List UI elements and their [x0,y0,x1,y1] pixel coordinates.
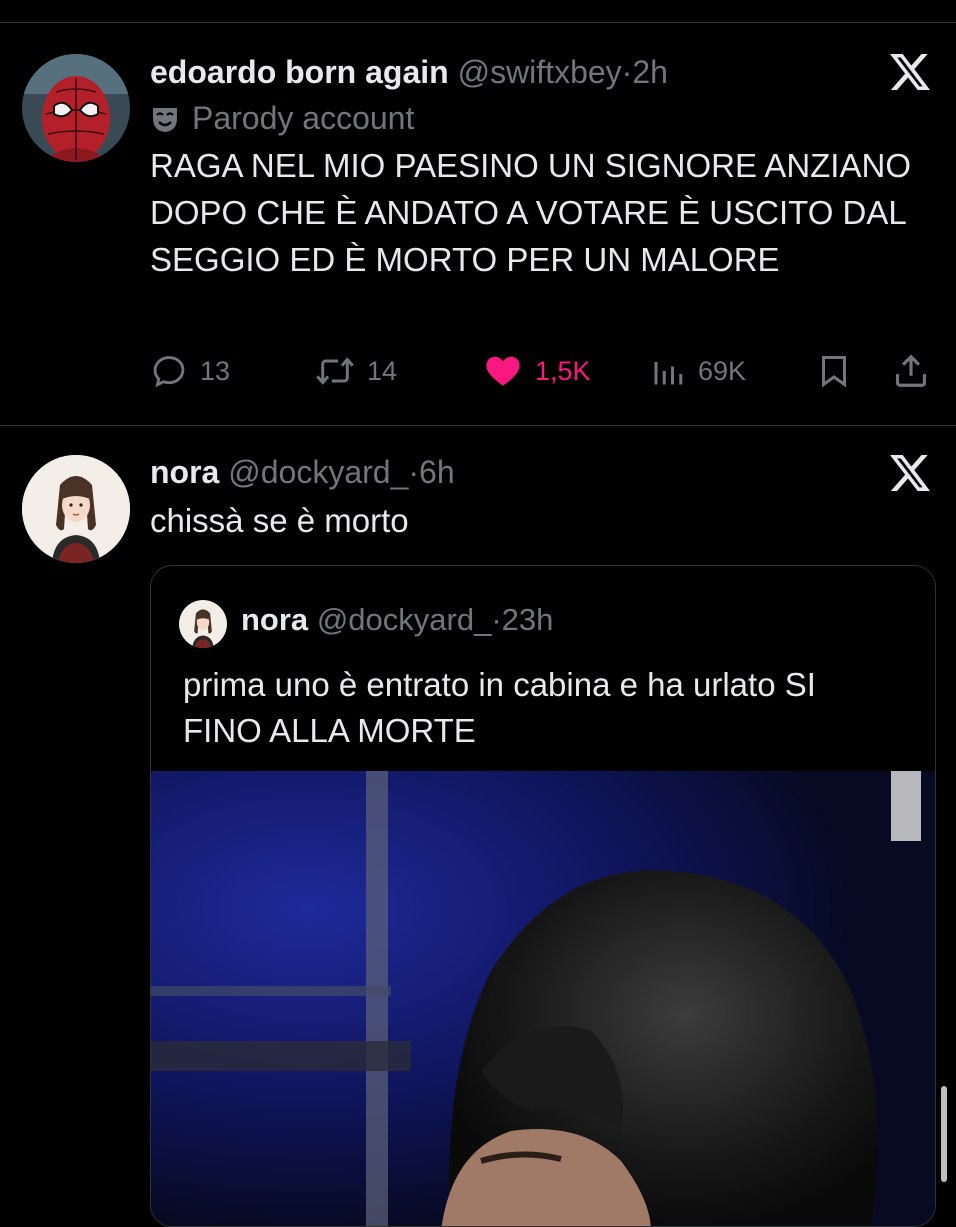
quoted-tweet[interactable]: nora @dockyard_·23h prima uno è entrato … [150,565,936,1227]
bookmark-icon [822,356,846,388]
repost-count: 14 [367,355,398,386]
reply-icon [153,356,185,388]
parody-label: Parody account [150,100,414,137]
timestamp[interactable]: 6h [419,454,455,490]
quote-timestamp: 23h [501,602,554,637]
views-count: 69K [698,355,747,386]
avatar[interactable] [22,54,130,162]
views-button[interactable]: 69K [650,352,746,390]
scrollbar[interactable] [941,1086,947,1182]
nora-avatar-image [22,455,130,563]
separator-dot: · [491,602,502,637]
reply-count: 13 [200,355,231,386]
tweet-text: RAGA NEL MIO PAESINO UN SIGNORE ANZIANO … [150,147,911,278]
quote-handle[interactable]: @dockyard_ [317,602,492,637]
video-frame-image [151,771,935,1226]
timestamp[interactable]: 2h [632,54,668,90]
parody-label-text: Parody account [192,100,415,136]
reply-button[interactable]: 13 [150,352,230,390]
tweet-header: edoardo born again @swiftxbey·2h [150,54,668,91]
quote-avatar[interactable] [179,600,227,648]
like-button[interactable]: 1,5K [483,352,591,390]
share-icon [895,354,927,387]
tweet-header: nora @dockyard_·6h [150,454,455,491]
spiderman-avatar-image [22,54,130,162]
like-count: 1,5K [535,355,591,386]
handle[interactable]: @dockyard_ [228,454,408,490]
separator-dot: · [621,54,633,90]
quote-text: prima uno è entrato in cabina e ha urlat… [183,666,816,749]
quote-header: nora @dockyard_·23h [241,602,553,638]
x-logo-icon[interactable] [890,453,930,493]
share-button[interactable] [892,352,930,390]
tweet-1[interactable]: edoardo born again @swiftxbey·2h Parody … [0,0,956,425]
nora-avatar-image [179,600,227,648]
action-bar: 13 14 1,5K 69K [150,352,940,396]
quote-display-name[interactable]: nora [241,602,308,637]
views-icon [654,362,683,385]
handle[interactable]: @swiftxbey [458,54,622,90]
x-logo-icon[interactable] [890,52,930,92]
bookmark-button[interactable] [816,352,852,390]
heart-filled-icon [486,356,520,386]
avatar[interactable] [22,455,130,563]
separator-dot: · [408,454,420,490]
repost-icon [316,357,354,385]
display-name[interactable]: edoardo born again [150,54,449,90]
theater-mask-icon [153,107,177,132]
quote-media-image[interactable] [151,771,935,1226]
repost-button[interactable]: 14 [315,352,397,390]
tweet-text: chissà se è morto [150,502,409,539]
display-name[interactable]: nora [150,454,219,490]
